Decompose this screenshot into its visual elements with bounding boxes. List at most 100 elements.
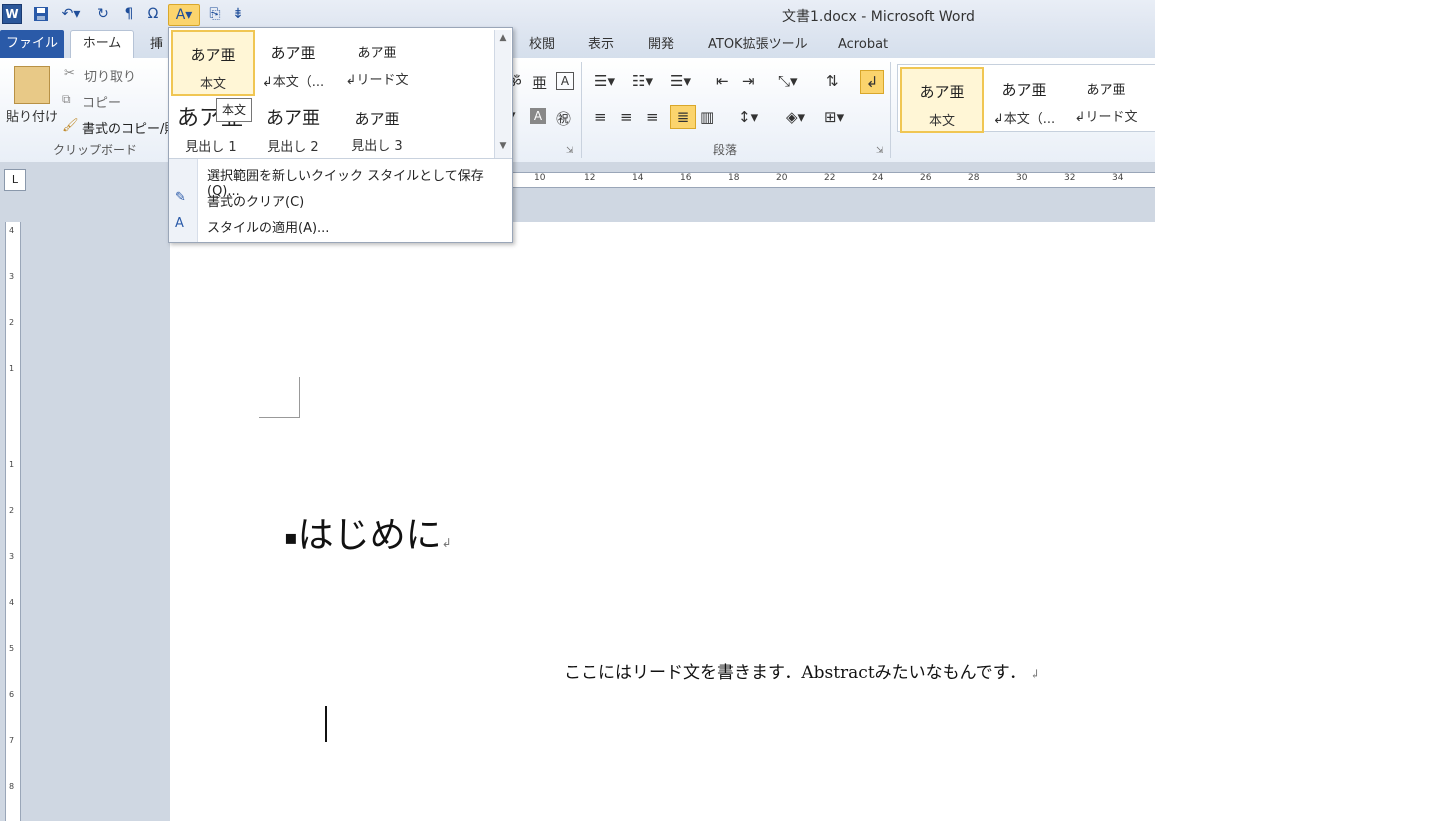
omega-icon[interactable]: Ω [144, 4, 162, 24]
paragraph-mark-icon: ↲ [1026, 667, 1040, 681]
group-divider [890, 62, 891, 158]
ruler-tick: 32 [1064, 173, 1076, 183]
numbering-icon[interactable]: ☷▾ [632, 72, 653, 90]
style-sample: あア亜 [354, 110, 400, 128]
menu-icon-column: ✎ A [169, 159, 198, 242]
clear-format-icon: ✎ [175, 190, 186, 205]
clear-formatting-menu-item[interactable]: 書式のクリア(C) [207, 191, 304, 210]
increase-indent-icon[interactable]: ⇥ [742, 72, 755, 90]
tab-file[interactable]: ファイル [0, 30, 64, 58]
align-left-icon[interactable]: ≡ [594, 108, 607, 126]
style-item[interactable]: あア亜 ↲本文（... [984, 67, 1064, 129]
tab-home[interactable]: ホーム [70, 30, 134, 59]
sort-icon[interactable]: ⇅ [826, 72, 839, 90]
copy-button[interactable]: コピー [82, 92, 121, 111]
text-direction-icon[interactable]: ⤡▾ [778, 72, 798, 90]
apply-styles-menu-item[interactable]: スタイルの適用(A)... [207, 217, 329, 236]
scroll-down-icon[interactable]: ▼ [497, 140, 509, 152]
style-item[interactable]: あア亜 本文 [900, 67, 984, 133]
tab-acrobat[interactable]: Acrobat [830, 34, 896, 56]
align-right-icon[interactable]: ≡ [646, 108, 659, 126]
ruler-tick: 4 [9, 226, 15, 235]
ruler-tick: 22 [824, 173, 836, 183]
dropdown-style-item[interactable]: あア亜 本文 [171, 30, 255, 96]
tab-selector-icon[interactable]: L [4, 169, 26, 191]
dropdown-style-item[interactable]: あア亜 見出し 3 [337, 94, 417, 156]
distribute-icon[interactable]: ▥ [700, 108, 714, 126]
ruler-tick: 16 [680, 173, 692, 183]
cut-button[interactable]: 切り取り [84, 66, 136, 85]
dropdown-style-item[interactable]: あア亜 見出し 2 [253, 94, 333, 156]
enclose-char-icon[interactable]: 亜 [532, 72, 547, 93]
style-sample: あア亜 [270, 44, 316, 62]
tab-review[interactable]: 校閲 [521, 34, 563, 56]
enclosed-char-icon[interactable]: ㊗ [556, 108, 571, 129]
format-painter-button[interactable]: 書式のコピー/貼 [82, 118, 177, 137]
bullets-icon[interactable]: ☰▾ [594, 72, 615, 90]
vertical-ruler[interactable]: 4 3 2 1 1 2 3 4 5 6 7 8 [5, 222, 21, 821]
style-name: ↲リード文 [1074, 110, 1138, 125]
char-border-icon[interactable]: A [556, 72, 574, 90]
style-sample: あア亜 [919, 83, 965, 101]
copy-icon: ⧉ [62, 92, 71, 106]
show-marks-icon[interactable]: ↲ [860, 70, 884, 94]
tab-atok[interactable]: ATOK拡張ツール [700, 34, 816, 56]
tab-developer[interactable]: 開発 [640, 34, 682, 56]
format-painter-icon: 🖌 [62, 118, 79, 133]
dialog-launcher-icon[interactable]: ⇲ [566, 146, 574, 156]
quick-styles-icon[interactable]: A▾ [168, 4, 200, 26]
heading-1[interactable]: ▪はじめに↲ [284, 506, 452, 558]
customize-qat-icon[interactable]: ⇟ [230, 4, 246, 24]
paragraph-group-label: 段落 [712, 143, 737, 157]
ruler-tick: 34 [1112, 173, 1124, 183]
scroll-up-icon[interactable]: ▲ [497, 32, 509, 44]
shading-icon[interactable]: ◈▾ [786, 108, 805, 126]
paragraph-mark-icon[interactable]: ¶ [120, 4, 138, 24]
gallery-scrollbar[interactable]: ▲ ▼ [494, 30, 511, 158]
ruler-tick: 1 [9, 364, 15, 373]
style-name: ↲リード文 [345, 73, 409, 88]
dropdown-style-item[interactable]: あア亜 ↲リード文 [337, 30, 417, 92]
tab-view[interactable]: 表示 [580, 34, 622, 56]
title-bar: W ↶▾ ↻ ¶ Ω A▾ ⎘ ⇟ 文書1.docx - Microsoft W… [0, 0, 1155, 28]
ruler-tick: 10 [534, 173, 546, 183]
style-item[interactable]: あア亜 ↲リード文 [1066, 67, 1146, 129]
style-sample: あア亜 [357, 46, 397, 61]
paste-button[interactable]: 貼り付け [6, 106, 58, 125]
dropdown-style-item[interactable]: あア亜 ↲本文（... [253, 30, 333, 92]
justify-icon[interactable]: ≣ [670, 105, 696, 129]
scissors-icon: ✂ [64, 66, 75, 81]
decrease-indent-icon[interactable]: ⇤ [716, 72, 729, 90]
text-cursor [325, 706, 327, 742]
style-sample: あア亜 [1086, 83, 1126, 98]
style-name: 見出し 3 [351, 139, 403, 154]
document-page[interactable]: ▪はじめに↲ ここにはリード文を書きます．Abstractみたいなもんです． ↲ [171, 222, 1155, 821]
style-sample: あア亜 [1001, 81, 1047, 99]
tab-insert[interactable]: 挿 [142, 34, 171, 56]
align-center-icon[interactable]: ≡ [620, 108, 633, 126]
ruler-tick: 18 [728, 173, 740, 183]
ruler-tick: 2 [9, 506, 15, 515]
lead-paragraph[interactable]: ここにはリード文を書きます．Abstractみたいなもんです． ↲ [564, 658, 1040, 683]
line-spacing-icon[interactable]: ↕▾ [738, 108, 758, 126]
ruler-tick: 1 [9, 460, 15, 469]
paste-special-icon[interactable]: ⎘ [205, 4, 225, 24]
word-app-icon[interactable]: W [2, 4, 22, 24]
ruler-tick: 14 [632, 173, 644, 183]
redo-icon[interactable]: ↻ [94, 4, 112, 24]
styles-gallery: あア亜 本文 あア亜 ↲本文（... あア亜 ↲リード文 [897, 64, 1155, 133]
save-icon[interactable] [32, 4, 50, 24]
lead-text: ここにはリード文を書きます．Abstractみたいなもんです． [564, 663, 1027, 683]
undo-icon[interactable]: ↶▾ [58, 4, 84, 24]
dialog-launcher-icon[interactable]: ⇲ [876, 146, 884, 156]
char-shading-icon[interactable]: A [530, 108, 546, 124]
ruler-tick: 26 [920, 173, 932, 183]
ruler-tick: 7 [9, 736, 15, 745]
borders-icon[interactable]: ⊞▾ [824, 108, 844, 126]
multilevel-list-icon[interactable]: ☰▾ [670, 72, 691, 90]
ruler-tick: 12 [584, 173, 596, 183]
clipboard-paste-icon[interactable] [14, 66, 50, 104]
menu-separator [169, 158, 512, 159]
margin-corner-mark [259, 377, 300, 418]
heading-text: はじめに [297, 515, 442, 556]
